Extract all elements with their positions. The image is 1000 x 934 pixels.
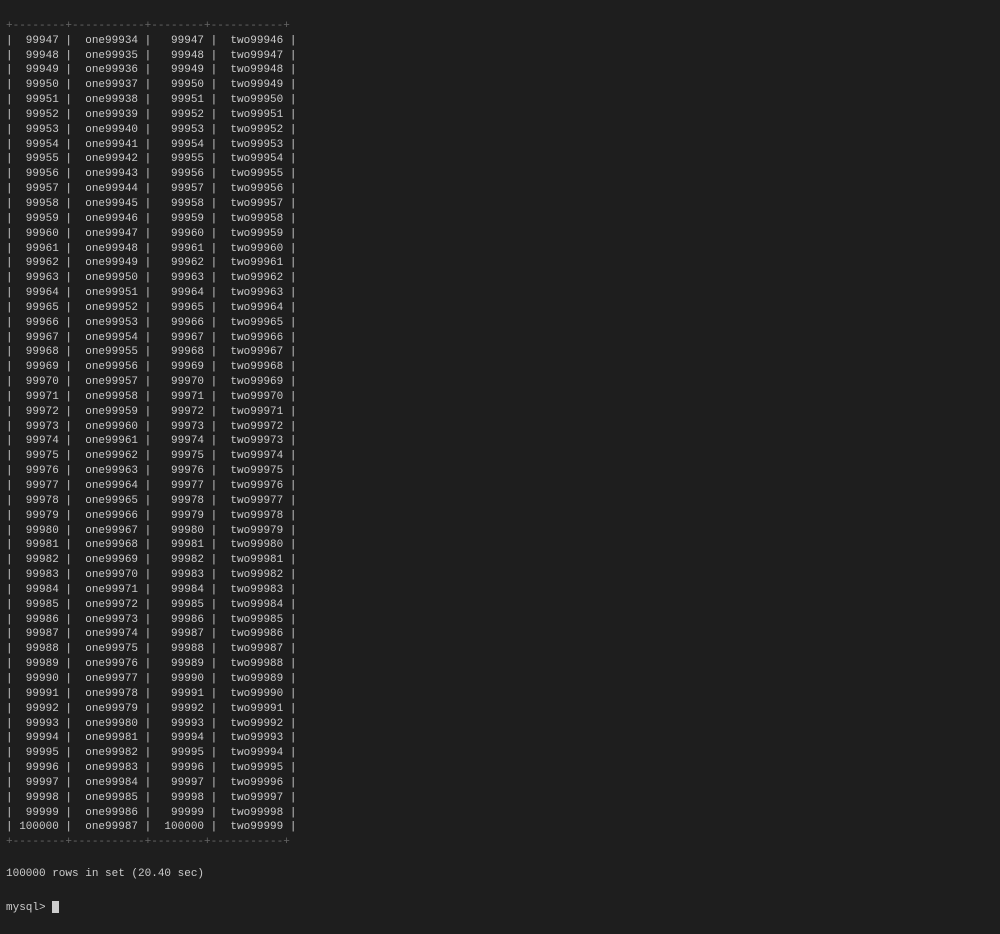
table-row: | 99973 | one99960 | 99973 | two99972 |: [6, 420, 994, 435]
table-row: | 99951 | one99938 | 99951 | two99950 |: [6, 93, 994, 108]
table-row: | 99965 | one99952 | 99965 | two99964 |: [6, 301, 994, 316]
table-row: | 99959 | one99946 | 99959 | two99958 |: [6, 212, 994, 227]
table-row: | 99987 | one99974 | 99987 | two99986 |: [6, 627, 994, 642]
table-row: | 99963 | one99950 | 99963 | two99962 |: [6, 271, 994, 286]
table-row: | 99996 | one99983 | 99996 | two99995 |: [6, 761, 994, 776]
separator-top: +--------+-----------+--------+---------…: [6, 20, 290, 32]
table-row: | 99984 | one99971 | 99984 | two99983 |: [6, 583, 994, 598]
table-row: | 99962 | one99949 | 99962 | two99961 |: [6, 256, 994, 271]
cursor: [52, 901, 59, 913]
table-row: | 99972 | one99959 | 99972 | two99971 |: [6, 405, 994, 420]
footer-text: 100000 rows in set (20.40 sec): [6, 867, 994, 882]
table-row: | 99970 | one99957 | 99970 | two99969 |: [6, 375, 994, 390]
table-row: | 99949 | one99936 | 99949 | two99948 |: [6, 63, 994, 78]
table-row: | 99986 | one99973 | 99986 | two99985 |: [6, 613, 994, 628]
table-row: | 99957 | one99944 | 99957 | two99956 |: [6, 182, 994, 197]
table-body: +--------+-----------+--------+---------…: [6, 19, 994, 34]
table-row: | 99975 | one99962 | 99975 | two99974 |: [6, 449, 994, 464]
table-row: | 99992 | one99979 | 99992 | two99991 |: [6, 702, 994, 717]
table-row: | 99976 | one99963 | 99976 | two99975 |: [6, 464, 994, 479]
table-row: | 99961 | one99948 | 99961 | two99960 |: [6, 242, 994, 257]
table-row: | 99955 | one99942 | 99955 | two99954 |: [6, 152, 994, 167]
table-row: | 99979 | one99966 | 99979 | two99978 |: [6, 509, 994, 524]
separator-bottom: +--------+-----------+--------+---------…: [6, 835, 994, 850]
table-row: | 99991 | one99978 | 99991 | two99990 |: [6, 687, 994, 702]
table-row: | 99985 | one99972 | 99985 | two99984 |: [6, 598, 994, 613]
table-row: | 99978 | one99965 | 99978 | two99977 |: [6, 494, 994, 509]
table-row: | 99988 | one99975 | 99988 | two99987 |: [6, 642, 994, 657]
table-row: | 100000 | one99987 | 100000 | two99999 …: [6, 820, 994, 835]
prompt-line: mysql>: [6, 901, 994, 916]
table-row: | 99947 | one99934 | 99947 | two99946 |: [6, 34, 994, 49]
table-row: | 99971 | one99958 | 99971 | two99970 |: [6, 390, 994, 405]
table-row: | 99981 | one99968 | 99981 | two99980 |: [6, 538, 994, 553]
table-row: | 99960 | one99947 | 99960 | two99959 |: [6, 227, 994, 242]
table-row: | 99953 | one99940 | 99953 | two99952 |: [6, 123, 994, 138]
table-row: | 99969 | one99956 | 99969 | two99968 |: [6, 360, 994, 375]
table-row: | 99950 | one99937 | 99950 | two99949 |: [6, 78, 994, 93]
table-row: | 99999 | one99986 | 99999 | two99998 |: [6, 806, 994, 821]
table-row: | 99966 | one99953 | 99966 | two99965 |: [6, 316, 994, 331]
table-row: | 99974 | one99961 | 99974 | two99973 |: [6, 434, 994, 449]
table-row: | 99948 | one99935 | 99948 | two99947 |: [6, 49, 994, 64]
table-row: | 99990 | one99977 | 99990 | two99989 |: [6, 672, 994, 687]
table-row: | 99980 | one99967 | 99980 | two99979 |: [6, 524, 994, 539]
terminal: +--------+-----------+--------+---------…: [0, 0, 1000, 934]
table-row: | 99983 | one99970 | 99983 | two99982 |: [6, 568, 994, 583]
table-row: | 99993 | one99980 | 99993 | two99992 |: [6, 717, 994, 732]
table-row: | 99952 | one99939 | 99952 | two99951 |: [6, 108, 994, 123]
table-row: | 99967 | one99954 | 99967 | two99966 |: [6, 331, 994, 346]
table-row: | 99994 | one99981 | 99994 | two99993 |: [6, 731, 994, 746]
table-row: | 99954 | one99941 | 99954 | two99953 |: [6, 138, 994, 153]
table-row: | 99982 | one99969 | 99982 | two99981 |: [6, 553, 994, 568]
table-row: | 99968 | one99955 | 99968 | two99967 |: [6, 345, 994, 360]
table-row: | 99997 | one99984 | 99997 | two99996 |: [6, 776, 994, 791]
table-row: | 99964 | one99951 | 99964 | two99963 |: [6, 286, 994, 301]
table-row: | 99989 | one99976 | 99989 | two99988 |: [6, 657, 994, 672]
table-row: | 99956 | one99943 | 99956 | two99955 |: [6, 167, 994, 182]
table-row: | 99977 | one99964 | 99977 | two99976 |: [6, 479, 994, 494]
table-row: | 99958 | one99945 | 99958 | two99957 |: [6, 197, 994, 212]
table-row: | 99998 | one99985 | 99998 | two99997 |: [6, 791, 994, 806]
table-row: | 99995 | one99982 | 99995 | two99994 |: [6, 746, 994, 761]
rows-container: | 99947 | one99934 | 99947 | two99946 ||…: [6, 34, 994, 836]
